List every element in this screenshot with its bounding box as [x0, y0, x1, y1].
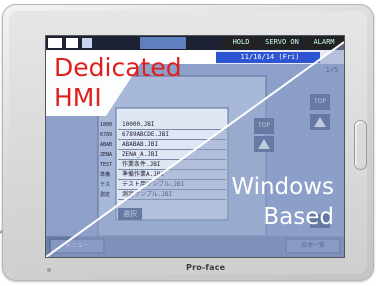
list-item[interactable]: 作業条件.JBI: [118, 160, 226, 170]
status-alarm: ALARM: [313, 38, 335, 46]
list-item[interactable]: ZENA_A.JBI: [118, 150, 226, 160]
side-code: 1000: [100, 122, 113, 128]
side-code: ZENA: [100, 152, 113, 158]
dedicated-hmi-label-line2: HMI: [54, 83, 102, 112]
list-item[interactable]: ABABAB.JBI: [118, 140, 226, 150]
top-button-right[interactable]: TOP: [310, 95, 330, 109]
date-readout: 11/16/14 (Fri): [240, 53, 300, 61]
dedicated-hmi-label-line1: Dedicated: [54, 53, 182, 82]
job-list-button[interactable]: 日本一覧: [286, 240, 340, 252]
status-hold: HOLD: [232, 38, 250, 46]
side-code: テス: [100, 182, 111, 188]
select-button[interactable]: 選択: [118, 209, 142, 219]
side-code: ABAB: [100, 142, 113, 148]
windows-based-label-line2: Based: [263, 204, 334, 230]
top-button[interactable]: TOP: [254, 119, 274, 133]
device-side-handle: [354, 120, 367, 170]
power-led-indicator: [47, 268, 51, 272]
list-item[interactable]: 10000.JBI: [118, 120, 226, 130]
side-code: 測定: [100, 192, 111, 198]
side-code: TEST: [100, 162, 113, 168]
brand-logo: Pro-face: [186, 263, 226, 272]
status-servo-on: SERVO ON: [265, 38, 299, 46]
side-code: 6789: [100, 132, 113, 138]
windows-based-label-line1: Windows: [231, 174, 334, 200]
page-indicator: 1/5: [325, 66, 339, 74]
side-code: 準備: [100, 172, 111, 178]
list-item[interactable]: 6789ABCDE.JBI: [118, 130, 226, 140]
hmi-screen: HOLD SERVO ON ALARM 11/16/14 (Fri) 1/5 1…: [45, 35, 345, 258]
menu-button[interactable]: メニュー: [50, 240, 104, 252]
